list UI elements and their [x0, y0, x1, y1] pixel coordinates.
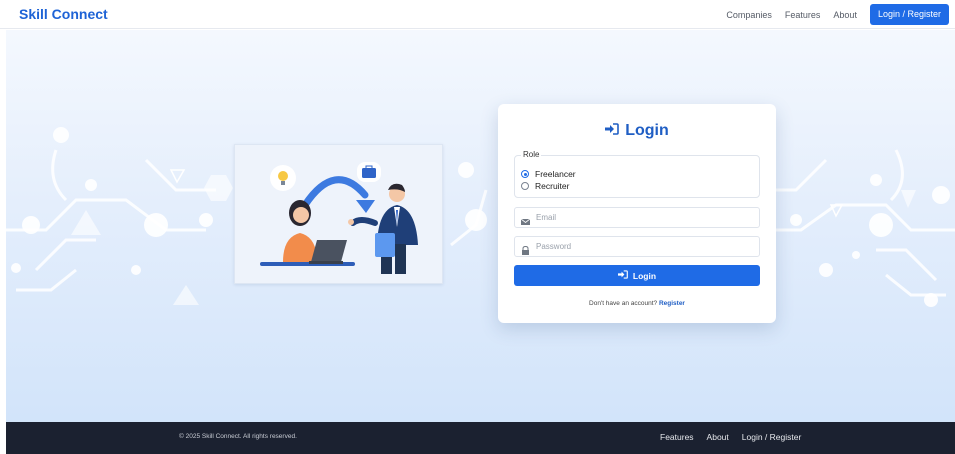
sign-in-icon	[617, 270, 628, 281]
login-card: Login Role Freelancer Recruiter Email Lo…	[498, 104, 776, 323]
network-background-graphic	[6, 127, 955, 307]
password-input[interactable]	[536, 242, 736, 251]
nav-link-features[interactable]: Features	[785, 10, 821, 20]
role-fieldset: Role Freelancer Recruiter	[514, 150, 760, 198]
freelancer-label: Freelancer	[535, 169, 576, 179]
sign-in-icon	[605, 122, 620, 140]
navbar: Skill Connect Companies Features About L…	[0, 0, 955, 29]
nav-link-companies[interactable]: Companies	[726, 10, 772, 20]
brand-logo[interactable]: Skill Connect	[19, 6, 108, 22]
email-field[interactable]	[514, 207, 760, 228]
recruiter-label: Recruiter	[535, 181, 570, 191]
footer-copyright: © 2025 Skill Connect. All rights reserve…	[179, 433, 297, 440]
footer-links: Features About Login / Register	[660, 432, 814, 442]
collaboration-illustration-graphic	[260, 162, 418, 274]
recruiter-radio[interactable]	[521, 182, 529, 190]
signup-prompt-text: Don't have an account?	[589, 300, 658, 307]
lock-icon	[521, 242, 530, 255]
footer-link-login-register[interactable]: Login / Register	[742, 432, 802, 442]
role-legend: Role	[521, 150, 542, 159]
email-input[interactable]	[536, 213, 736, 222]
footer: © 2025 Skill Connect. All rights reserve…	[6, 422, 955, 454]
login-register-button[interactable]: Login / Register	[869, 4, 949, 25]
footer-link-about[interactable]: About	[707, 432, 729, 442]
envelope-icon	[520, 213, 531, 225]
role-option-freelancer[interactable]: Freelancer	[521, 169, 576, 179]
hero-section: Login Role Freelancer Recruiter Email Lo…	[6, 30, 955, 422]
role-option-recruiter[interactable]: Recruiter	[521, 181, 569, 191]
password-field[interactable]	[514, 236, 760, 257]
nav-link-about[interactable]: About	[833, 10, 857, 20]
login-submit-label: Login	[632, 270, 657, 281]
nav-links: Companies Features About Login / Registe…	[726, 4, 949, 25]
page: Skill Connect Companies Features About L…	[0, 0, 955, 454]
login-title-text: Login	[625, 122, 669, 139]
collaboration-illustration	[234, 144, 443, 284]
register-link[interactable]: Register	[659, 300, 685, 307]
login-title: Login	[498, 122, 776, 140]
signup-prompt: Don't have an account? Register	[498, 300, 776, 307]
login-submit-button[interactable]: Login	[514, 265, 760, 286]
freelancer-radio[interactable]	[521, 170, 529, 178]
footer-link-features[interactable]: Features	[660, 432, 694, 442]
